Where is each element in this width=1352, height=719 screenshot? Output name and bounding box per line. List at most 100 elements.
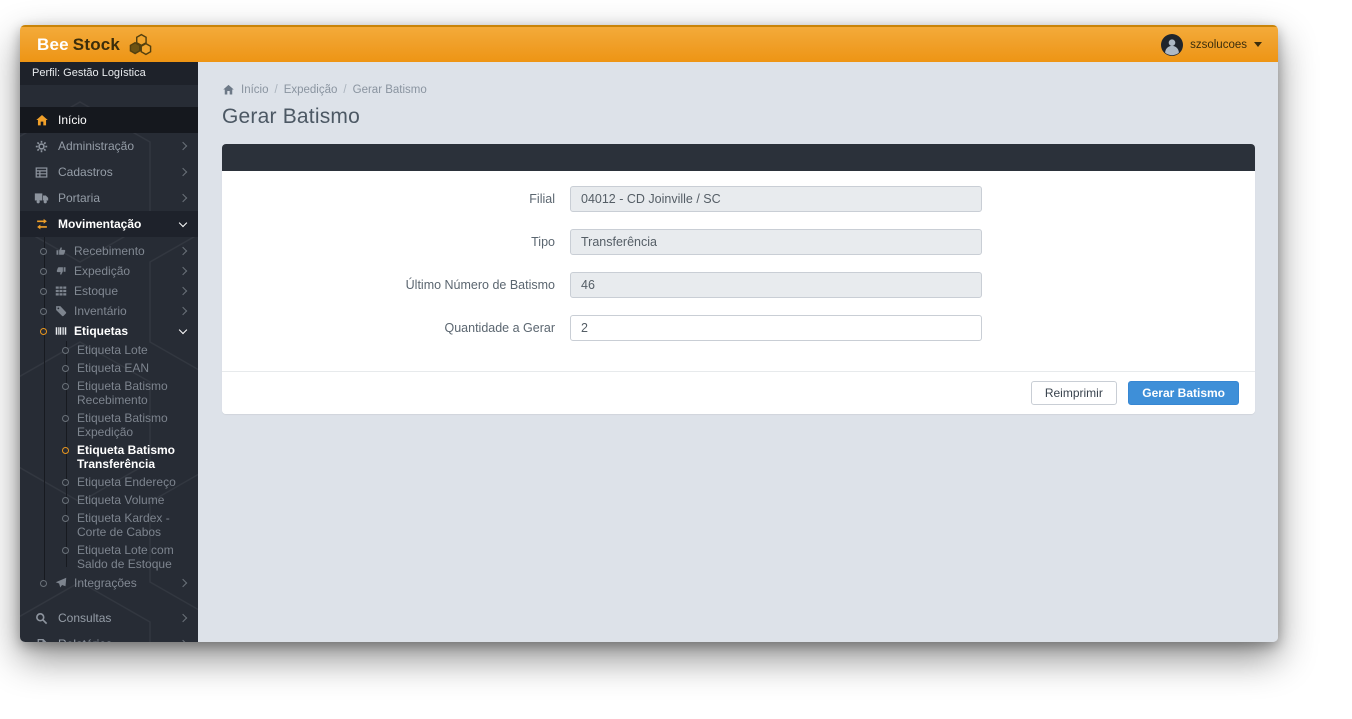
top-bar: Bee Stock szsolucoes <box>20 25 1278 62</box>
bullet-icon <box>62 479 69 486</box>
sidebar-item-label: Inventário <box>74 304 127 318</box>
sidebar-item-etiqueta-batismo-transferencia[interactable]: Etiqueta Batismo Transferência <box>20 441 198 473</box>
bullet-icon <box>40 247 47 255</box>
sidebar-item-label: Etiquetas <box>74 324 129 338</box>
sidebar-item-expedicao[interactable]: Expedição <box>20 261 198 281</box>
sidebar-item-etiqueta-kardex[interactable]: Etiqueta Kardex - Corte de Cabos <box>20 509 198 541</box>
home-icon <box>34 113 49 128</box>
form-row: Último Número de Batismo <box>222 272 1255 298</box>
avatar <box>1161 33 1184 56</box>
sidebar-item-label: Etiqueta Batismo Recebimento <box>77 379 168 407</box>
breadcrumb-separator: / <box>274 84 278 96</box>
chevron-down-icon <box>1254 42 1262 47</box>
bullet-icon <box>62 383 69 390</box>
chevron-down-icon <box>178 325 188 334</box>
user-menu[interactable]: szsolucoes <box>1161 33 1262 56</box>
logo-text-stock: Stock <box>72 34 121 54</box>
sidebar-item-portaria[interactable]: Portaria <box>20 185 198 211</box>
bullet-icon <box>40 287 47 295</box>
breadcrumb-separator: / <box>343 84 347 96</box>
bullet-icon <box>62 447 69 454</box>
sidebar-item-etiqueta-lote[interactable]: Etiqueta Lote <box>20 341 198 359</box>
bullet-icon <box>62 497 69 504</box>
logo-text-bee: Bee <box>37 34 69 54</box>
ultimo-numero-batismo-field <box>570 272 982 298</box>
chevron-right-icon <box>178 141 188 151</box>
sidebar-item-consultas[interactable]: Consultas <box>20 605 198 631</box>
chevron-right-icon <box>178 578 188 588</box>
chevron-right-icon <box>178 613 188 623</box>
chevron-right-icon <box>178 167 188 177</box>
receive-icon <box>55 245 68 258</box>
sidebar-item-etiqueta-volume[interactable]: Etiqueta Volume <box>20 491 198 509</box>
truck-icon <box>34 191 49 206</box>
user-name: szsolucoes <box>1190 38 1247 51</box>
sidebar-item-label: Consultas <box>58 611 112 625</box>
sidebar-item-label: Portaria <box>58 191 101 205</box>
sidebar-item-recebimento[interactable]: Recebimento <box>20 241 198 261</box>
grid-icon <box>55 285 68 298</box>
home-icon[interactable] <box>222 84 235 96</box>
chevron-right-icon <box>178 246 188 256</box>
breadcrumb-link-inicio[interactable]: Início <box>241 84 269 96</box>
sidebar-item-label: Etiqueta Endereço <box>77 475 176 489</box>
dispatch-icon <box>55 265 68 278</box>
chevron-right-icon <box>178 193 188 203</box>
sidebar-item-label: Início <box>58 113 87 127</box>
app-window: Bee Stock szsolucoes Perfil: Gestão Logí… <box>20 25 1278 642</box>
movimentacao-submenu: Recebimento Expedição Estoque Inventário… <box>20 237 198 595</box>
sidebar-item-administracao[interactable]: Administração <box>20 133 198 159</box>
sidebar-item-label: Cadastros <box>58 165 113 179</box>
sidebar-item-label: Movimentação <box>58 217 142 231</box>
tag-icon <box>55 305 68 318</box>
chevron-right-icon <box>178 266 188 276</box>
sidebar-item-label: Etiqueta Lote com Saldo de Estoque <box>77 543 174 571</box>
sidebar-item-etiqueta-batismo-recebimento[interactable]: Etiqueta Batismo Recebimento <box>20 377 198 409</box>
form-row: Filial <box>222 186 1255 212</box>
gears-icon <box>34 139 49 154</box>
chevron-right-icon <box>178 639 188 642</box>
tipo-field <box>570 229 982 255</box>
sidebar-item-label: Etiqueta Lote <box>77 343 148 357</box>
quantidade-a-gerar-field[interactable] <box>570 315 982 341</box>
sidebar-item-etiqueta-endereco[interactable]: Etiqueta Endereço <box>20 473 198 491</box>
beestock-logo[interactable]: Bee Stock <box>37 33 154 56</box>
sidebar-item-inicio[interactable]: Início <box>20 107 198 133</box>
sidebar-item-etiqueta-batismo-expedicao[interactable]: Etiqueta Batismo Expedição <box>20 409 198 441</box>
sidebar-item-cadastros[interactable]: Cadastros <box>20 159 198 185</box>
file-icon <box>34 637 49 642</box>
form-row: Tipo <box>222 229 1255 255</box>
gerar-batismo-button[interactable]: Gerar Batismo <box>1128 381 1239 405</box>
main-content: Início / Expedição / Gerar Batismo Gerar… <box>198 62 1278 642</box>
form-panel: Filial Tipo Último Número de Batismo Qua… <box>222 144 1255 414</box>
sidebar-item-etiquetas[interactable]: Etiquetas <box>20 321 198 341</box>
chevron-right-icon <box>178 286 188 296</box>
sidebar-item-label: Etiqueta Kardex - Corte de Cabos <box>77 511 170 539</box>
etiquetas-submenu: Etiqueta Lote Etiqueta EAN Etiqueta Bati… <box>20 341 198 573</box>
bullet-icon <box>62 415 69 422</box>
reimprimir-button[interactable]: Reimprimir <box>1030 381 1117 405</box>
sidebar-item-label: Expedição <box>74 264 131 278</box>
chevron-right-icon <box>178 306 188 316</box>
bullet-icon <box>40 579 47 587</box>
panel-footer: Reimprimir Gerar Batismo <box>222 371 1255 414</box>
breadcrumb-current: Gerar Batismo <box>352 84 427 96</box>
paper-plane-icon <box>55 577 68 590</box>
bullet-icon <box>62 347 69 354</box>
sidebar-item-estoque[interactable]: Estoque <box>20 281 198 301</box>
sidebar-item-label: Estoque <box>74 284 119 298</box>
sidebar-item-relatorios[interactable]: Relatórios <box>20 631 198 642</box>
sidebar: Perfil: Gestão Logística Início Administ… <box>20 62 198 642</box>
sidebar-item-label: Etiqueta Batismo Transferência <box>77 443 176 471</box>
ultimo-numero-batismo-label: Último Número de Batismo <box>405 278 555 292</box>
sidebar-item-integracoes[interactable]: Integrações <box>20 573 198 593</box>
filial-field <box>570 186 982 212</box>
breadcrumb-link-expedicao[interactable]: Expedição <box>284 84 338 96</box>
sidebar-item-inventario[interactable]: Inventário <box>20 301 198 321</box>
sidebar-item-etiqueta-ean[interactable]: Etiqueta EAN <box>20 359 198 377</box>
sidebar-item-movimentacao[interactable]: Movimentação <box>20 211 198 237</box>
sidebar-item-etiqueta-lote-saldo[interactable]: Etiqueta Lote com Saldo de Estoque <box>20 541 198 573</box>
quantidade-a-gerar-label: Quantidade a Gerar <box>444 321 556 335</box>
exchange-icon <box>34 217 49 232</box>
